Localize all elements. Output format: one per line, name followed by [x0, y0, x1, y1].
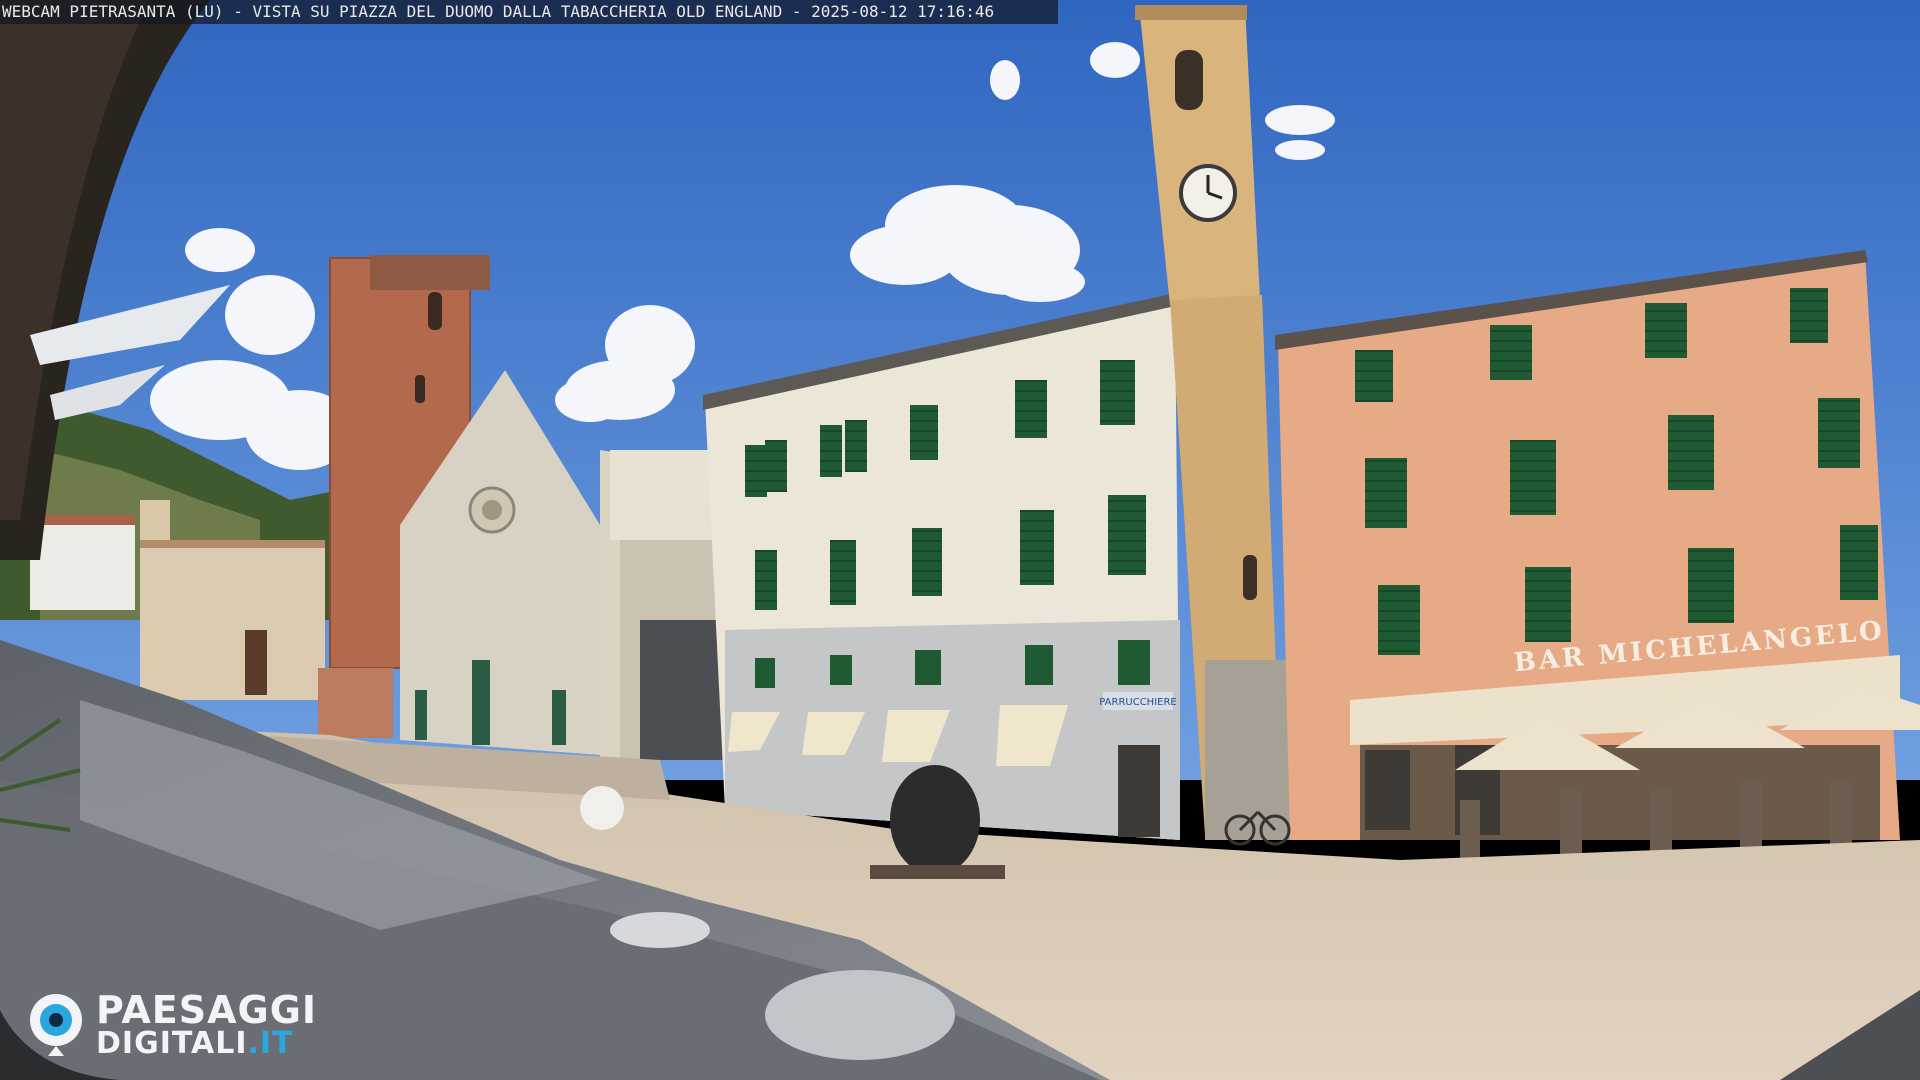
webcam-frame: PARRUCCHIERE BAR MICHELANGELO WEBCAM PIE…: [0, 0, 1920, 1080]
paesaggi-digitali-logo: PAESAGGI DIGITALI.IT: [26, 990, 336, 1060]
eye-logo-icon: [30, 994, 82, 1056]
parrucchiere-sign: PARRUCCHIERE: [1099, 697, 1176, 708]
webcam-caption: WEBCAM PIETRASANTA (LU) - VISTA SU PIAZZ…: [0, 0, 1058, 24]
logo-line-2-main: DIGITALI: [96, 1026, 248, 1061]
piazza-scene: PARRUCCHIERE BAR MICHELANGELO: [0, 0, 1920, 1080]
logo-line-2: DIGITALI.IT: [96, 1028, 294, 1060]
marble-sphere: [580, 786, 624, 830]
logo-line-2-suffix: .IT: [247, 1026, 294, 1061]
black-sculpture: [890, 765, 980, 875]
logo-line-1: PAESAGGI: [96, 988, 318, 1032]
